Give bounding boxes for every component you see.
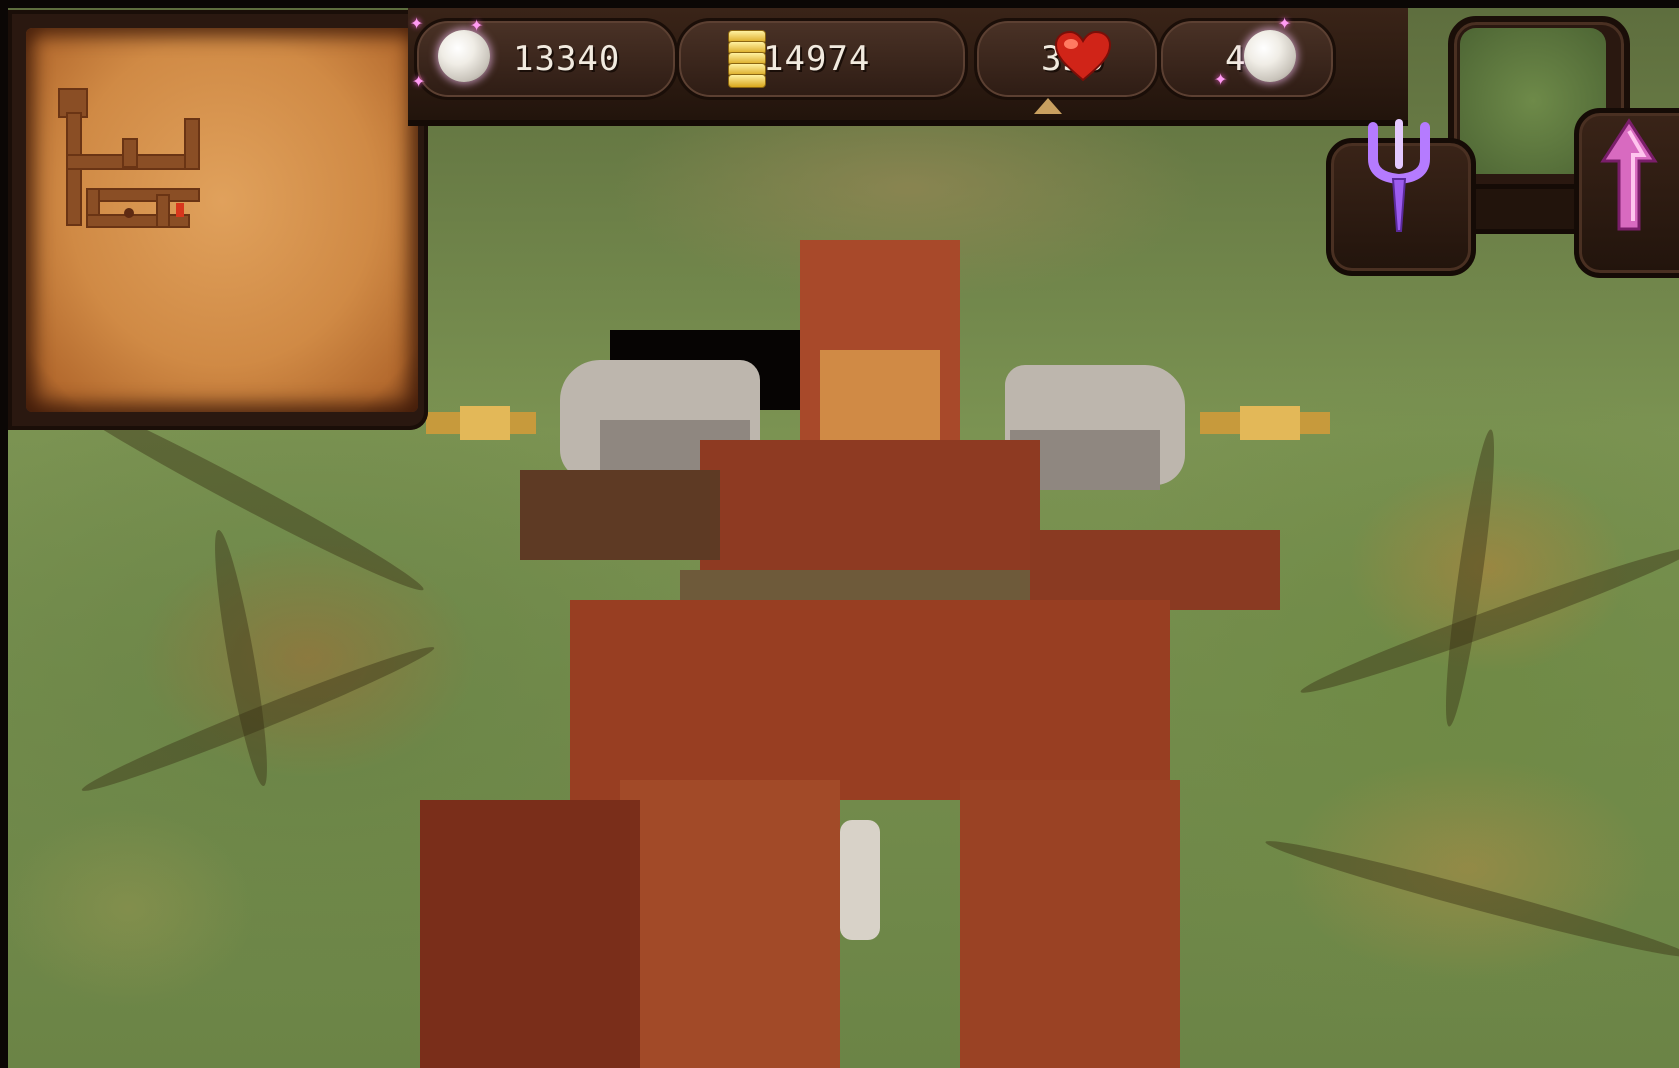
spear-tip-right xyxy=(1240,406,1300,440)
minimap-corridor xyxy=(66,154,200,170)
red-heart-icon xyxy=(1054,30,1112,82)
ground-shadow xyxy=(1437,427,1503,729)
right-control-cluster xyxy=(1326,8,1679,278)
white-mana-orb-icon xyxy=(1244,30,1296,82)
hero-cloth-shadow xyxy=(420,800,640,1068)
view-direction-marker xyxy=(1034,98,1062,114)
orb-counter: 13340 xyxy=(513,39,621,79)
minimap-corridor xyxy=(86,214,190,228)
top-hud-bar: 13340 14974 350 400 ✦ ✦ ✦ ✦ ✦ xyxy=(408,8,1408,126)
minimap-corridor xyxy=(122,138,138,168)
minimap-room xyxy=(58,88,88,118)
minimap-corridor xyxy=(86,188,100,226)
sparkle-icon: ✦ xyxy=(470,12,484,37)
hero-leg-left xyxy=(620,780,840,1068)
move-up-button[interactable] xyxy=(1574,108,1679,278)
hero-leg-right xyxy=(960,780,1180,1068)
gold-counter-panel: 14974 xyxy=(676,18,968,100)
hero-arm-left xyxy=(520,470,720,560)
minimap-corridor xyxy=(184,118,200,170)
purple-tuning-fork-icon xyxy=(1368,119,1430,232)
spear-tip-left xyxy=(460,406,510,440)
minimap[interactable] xyxy=(26,28,418,412)
gold-coin-stack-icon xyxy=(728,30,766,88)
coin xyxy=(728,74,766,88)
minimap-corridor xyxy=(156,194,170,228)
hero-skirt xyxy=(570,600,1170,800)
gold-counter: 14974 xyxy=(763,39,871,79)
sparkle-icon: ✦ xyxy=(412,68,426,93)
minimap-marker xyxy=(124,208,134,218)
pink-up-arrow-icon xyxy=(1600,118,1658,231)
minimap-corridor xyxy=(86,188,200,202)
spell-button[interactable] xyxy=(1326,119,1476,276)
game-screen: 13340 14974 350 400 ✦ ✦ ✦ ✦ ✦ xyxy=(0,0,1679,1068)
ground-shadow xyxy=(205,527,277,789)
white-orb-icon xyxy=(438,30,490,82)
minimap-corridor xyxy=(66,112,82,226)
sparkle-icon: ✦ xyxy=(1278,10,1292,35)
sparkle-icon: ✦ xyxy=(410,10,424,35)
hero-character[interactable] xyxy=(420,240,1380,1068)
hero-face xyxy=(820,350,940,440)
minimap-player-marker xyxy=(176,203,184,217)
hero-blade xyxy=(840,820,880,940)
sparkle-icon: ✦ xyxy=(1214,66,1228,91)
minimap-frame xyxy=(8,10,428,430)
hero-arm-right xyxy=(1030,530,1280,610)
